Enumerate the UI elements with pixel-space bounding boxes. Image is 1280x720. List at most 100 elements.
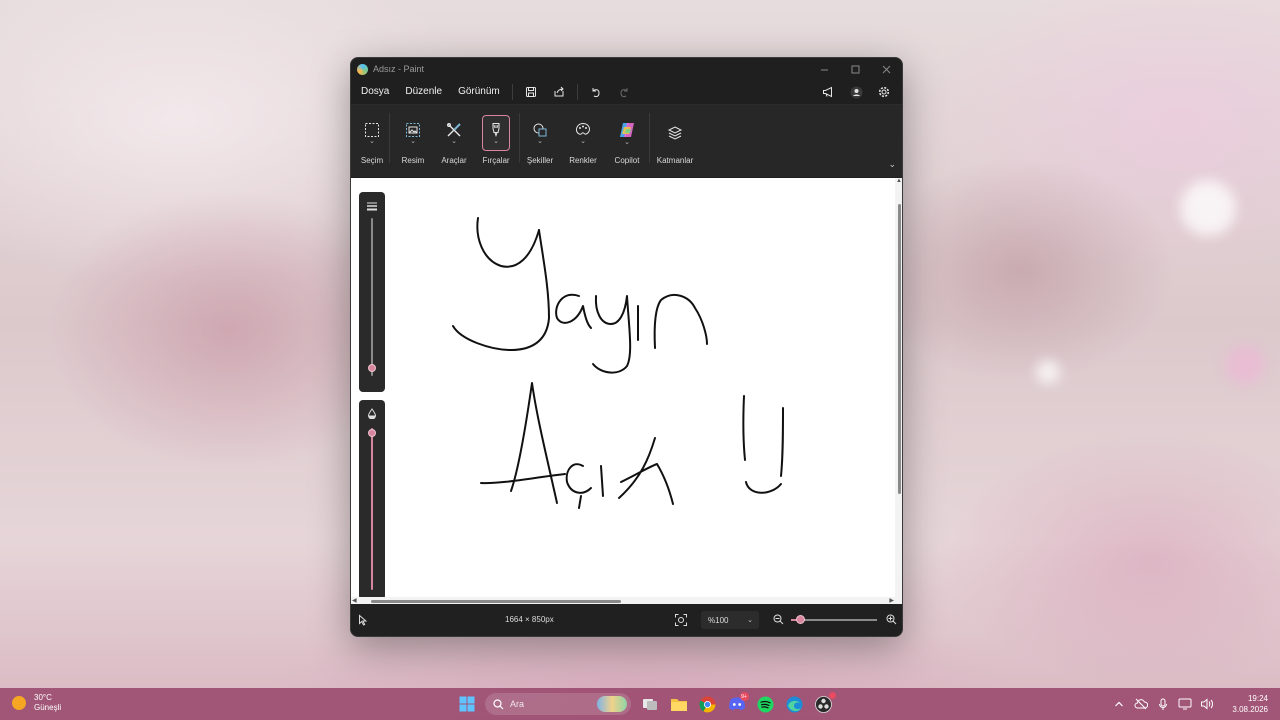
edge-button[interactable] — [782, 691, 808, 717]
taskbar-search[interactable]: Ara — [485, 693, 631, 715]
status-bar: 1664 × 850px %100 ⌄ — [351, 604, 902, 636]
vertical-scrollbar[interactable]: ▲ ▼ — [895, 178, 902, 606]
settings-button[interactable] — [870, 81, 898, 103]
maximize-button[interactable] — [840, 58, 871, 80]
menu-edit[interactable]: Düzenle — [397, 80, 450, 104]
minimize-icon — [821, 69, 828, 70]
share-icon — [554, 86, 564, 97]
save-button[interactable] — [517, 81, 545, 103]
ribbon-group-brushes[interactable]: ⌄ Fırçalar — [482, 105, 510, 178]
zoom-slider-thumb[interactable] — [796, 615, 806, 624]
palette-icon — [575, 122, 591, 135]
fit-screen-icon — [675, 614, 687, 626]
microphone-icon — [1159, 698, 1168, 710]
zoom-slider[interactable] — [791, 615, 877, 624]
zoom-in-button[interactable] — [886, 614, 897, 627]
menu-file[interactable]: Dosya — [353, 80, 397, 104]
paint-window: Adsız - Paint Dosya Düzenle Görünüm ⌄ Se… — [350, 57, 903, 637]
ribbon-group-selection[interactable]: ⌄ Seçim — [359, 105, 385, 178]
brushes-button[interactable]: ⌄ — [482, 115, 510, 151]
volume-button[interactable] — [1197, 694, 1217, 714]
ribbon-group-layers[interactable]: Katmanlar — [657, 105, 693, 178]
drawing-stroke — [745, 481, 782, 494]
redo-icon — [620, 88, 628, 98]
task-view-button[interactable] — [637, 691, 663, 717]
chevron-down-icon: ⌄ — [451, 137, 457, 145]
gear-icon — [878, 86, 890, 98]
scroll-left-arrow-icon[interactable]: ◀ — [352, 597, 357, 604]
zoom-in-icon — [886, 614, 897, 625]
chrome-button[interactable] — [695, 691, 721, 717]
ribbon-label-colors: Renkler — [569, 156, 597, 165]
discord-button[interactable]: 9+ — [724, 691, 750, 717]
fit-to-window-button[interactable] — [674, 613, 688, 629]
wallpaper-bokeh — [1180, 180, 1236, 236]
ribbon-group-colors[interactable]: ⌄ Renkler — [569, 105, 597, 178]
ribbon-expand-button[interactable]: ⌄ — [888, 159, 896, 170]
vertical-scroll-thumb[interactable] — [898, 204, 901, 494]
ribbon-label-brushes: Fırçalar — [482, 156, 510, 165]
weather-widget[interactable]: 30°C Güneşli — [12, 693, 61, 713]
close-button[interactable] — [871, 58, 902, 80]
minimize-button[interactable] — [809, 58, 840, 80]
selection-button[interactable]: ⌄ — [358, 115, 386, 151]
chevron-down-icon: ⌄ — [410, 137, 416, 145]
file-explorer-button[interactable] — [666, 691, 692, 717]
drawing-stroke — [592, 295, 632, 374]
display-button[interactable] — [1175, 694, 1195, 714]
start-button[interactable] — [454, 691, 480, 717]
layers-icon — [667, 126, 683, 140]
network-button[interactable] — [1131, 694, 1151, 714]
drawing-stroke — [653, 293, 708, 349]
account-button[interactable] — [842, 81, 870, 103]
wallpaper-bokeh — [1036, 360, 1060, 384]
undo-button[interactable] — [582, 81, 610, 103]
scroll-up-arrow-icon[interactable]: ▲ — [896, 178, 902, 184]
image-button[interactable]: ⌄ — [399, 115, 427, 151]
colors-button[interactable]: ⌄ — [569, 115, 597, 151]
selection-icon — [365, 122, 379, 137]
shapes-button[interactable]: ⌄ — [526, 115, 554, 151]
chevron-down-icon: ⌄ — [580, 137, 586, 145]
copilot-icon — [620, 122, 634, 137]
zoom-dropdown[interactable]: %100 ⌄ — [701, 611, 759, 629]
paint-app-icon — [357, 63, 368, 75]
copilot-button[interactable]: ⌄ — [613, 115, 641, 151]
ribbon-group-tools[interactable]: ⌄ Araçlar — [440, 105, 468, 178]
account-icon — [850, 86, 862, 98]
chevron-down-icon: ⌄ — [493, 137, 499, 145]
chrome-icon — [699, 696, 716, 712]
recording-indicator — [828, 692, 836, 699]
tools-button[interactable]: ⌄ — [440, 115, 468, 151]
show-hidden-icons-button[interactable] — [1109, 694, 1129, 714]
zoom-out-button[interactable] — [773, 614, 784, 627]
ribbon-group-copilot[interactable]: ⌄ Copilot — [613, 105, 641, 178]
ribbon-label-layers: Katmanlar — [656, 156, 694, 165]
scroll-right-arrow-icon[interactable]: ▶ — [889, 597, 894, 604]
chevron-down-icon: ⌄ — [537, 137, 543, 145]
drawing-canvas[interactable]: ▲ ▼ ◀ ▶ — [351, 178, 902, 606]
spotify-button[interactable] — [753, 691, 779, 717]
share-button[interactable] — [545, 81, 573, 103]
redo-button[interactable] — [610, 81, 638, 103]
ribbon-group-shapes[interactable]: ⌄ Şekiller — [526, 105, 554, 178]
canvas-dimensions: 1664 × 850px — [505, 615, 554, 624]
search-highlight-image — [597, 696, 627, 712]
announcement-button[interactable] — [814, 81, 842, 103]
speaker-icon — [1201, 698, 1214, 710]
clock[interactable]: 19:24 3.08.2026 — [1232, 693, 1268, 715]
task-view-icon — [642, 699, 657, 710]
ribbon-group-image[interactable]: ⌄ Resim — [399, 105, 427, 178]
obs-button[interactable] — [811, 691, 837, 717]
menu-divider — [576, 84, 578, 100]
drawing-stroke — [578, 495, 582, 509]
layers-button[interactable] — [661, 115, 689, 151]
edge-icon — [786, 696, 803, 712]
drawing-stroke — [555, 293, 592, 329]
microphone-button[interactable] — [1153, 694, 1173, 714]
spotify-icon — [757, 696, 774, 712]
clock-date: 3.08.2026 — [1232, 705, 1268, 714]
drawing-stroke — [510, 382, 558, 504]
menu-view[interactable]: Görünüm — [450, 80, 508, 104]
horizontal-scroll-thumb[interactable] — [371, 600, 621, 603]
